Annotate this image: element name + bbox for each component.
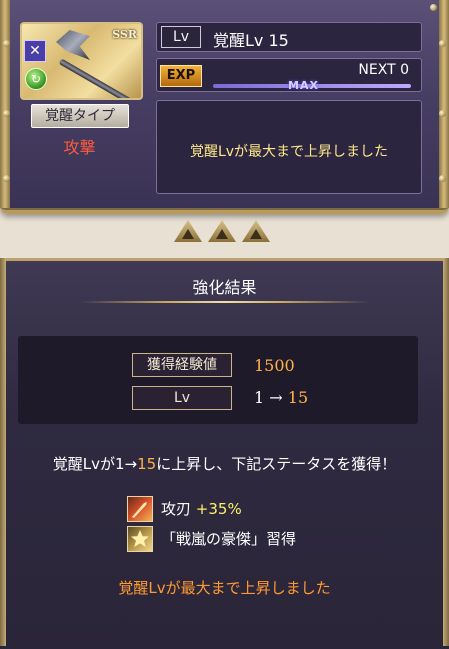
level-to: 15 (287, 388, 309, 407)
weapon-image (56, 30, 90, 60)
weapon-shaft (58, 58, 133, 98)
summary-prefix: 覚醒Lvが1→ (52, 455, 138, 473)
sword-glyph (132, 502, 147, 518)
next-exp: NEXT 0 (358, 62, 409, 78)
star-glyph (131, 530, 149, 547)
reward-label: 攻刃 (161, 500, 192, 518)
dark-element-icon: ✕ (24, 40, 46, 62)
wind-type-icon: ↻ (25, 68, 47, 90)
rivet-icon (430, 4, 437, 11)
rivet-icon (3, 175, 10, 182)
awakening-type-label: 覚醒タイプ (31, 104, 129, 128)
awakening-type-box: 覚醒タイプ 攻撃 (20, 100, 139, 160)
transition-arrows (174, 220, 274, 244)
title-divider (80, 301, 370, 303)
result-title: 強化結果 (192, 278, 257, 297)
rivet-icon (439, 175, 446, 182)
exp-gained-value: 1500 (254, 356, 295, 375)
rivet-icon (439, 40, 446, 47)
level-row: Lv 覚醒Lv 15 (156, 22, 422, 52)
summary-suffix: に上昇し、下記ステータスを獲得！ (156, 455, 397, 473)
awakening-level: 覚醒Lv 15 (213, 31, 289, 50)
max-label: MAX (288, 79, 319, 92)
result-summary: 覚醒Lvが1→15に上昇し、下記ステータスを獲得！ (0, 453, 449, 474)
up-arrow-icon (174, 220, 202, 242)
sword-icon (127, 496, 153, 522)
awakening-message-box: 覚醒Lvが最大まで上昇しました (156, 100, 422, 194)
weapon-card[interactable]: SSR ✕ ↻ (20, 22, 143, 100)
rivet-icon (3, 110, 10, 117)
reward-text: 攻刃 +35% (161, 498, 242, 519)
rivet-icon (3, 40, 10, 47)
final-message: 覚醒Lvが最大まで上昇しました (118, 579, 331, 597)
level-from: 1 → (254, 388, 283, 407)
rivet-icon (439, 110, 446, 117)
rarity-badge: SSR (112, 28, 137, 41)
exp-tag: EXP (160, 65, 202, 87)
summary-level: 15 (137, 455, 157, 473)
level-change: 1 → 15 (254, 388, 308, 407)
reward-value: +35% (195, 500, 242, 518)
lv-tag: Lv (161, 26, 201, 48)
awakening-message: 覚醒Lvが最大まで上昇しました (189, 144, 389, 160)
level-label: Lv (132, 386, 232, 410)
up-arrow-icon (242, 220, 270, 242)
exp-gained-label: 獲得経験値 (132, 353, 232, 377)
star-icon (127, 526, 153, 552)
reward-text: 「戦嵐の豪傑」習得 (161, 530, 297, 548)
up-arrow-icon (208, 220, 236, 242)
awakening-type-value: 攻撃 (63, 138, 96, 157)
result-stats-box (18, 336, 418, 424)
